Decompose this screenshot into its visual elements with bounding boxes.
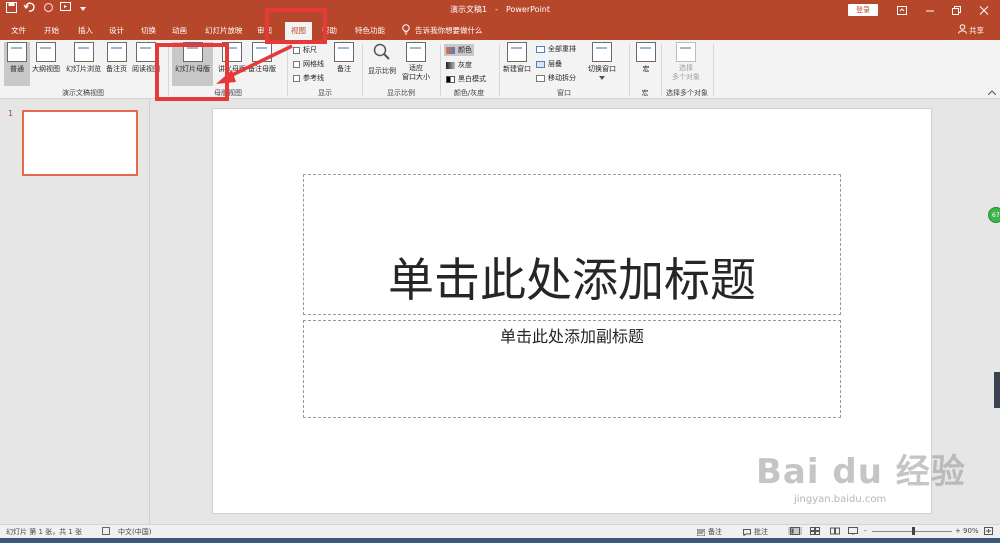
- annotation-arrow: [216, 44, 293, 84]
